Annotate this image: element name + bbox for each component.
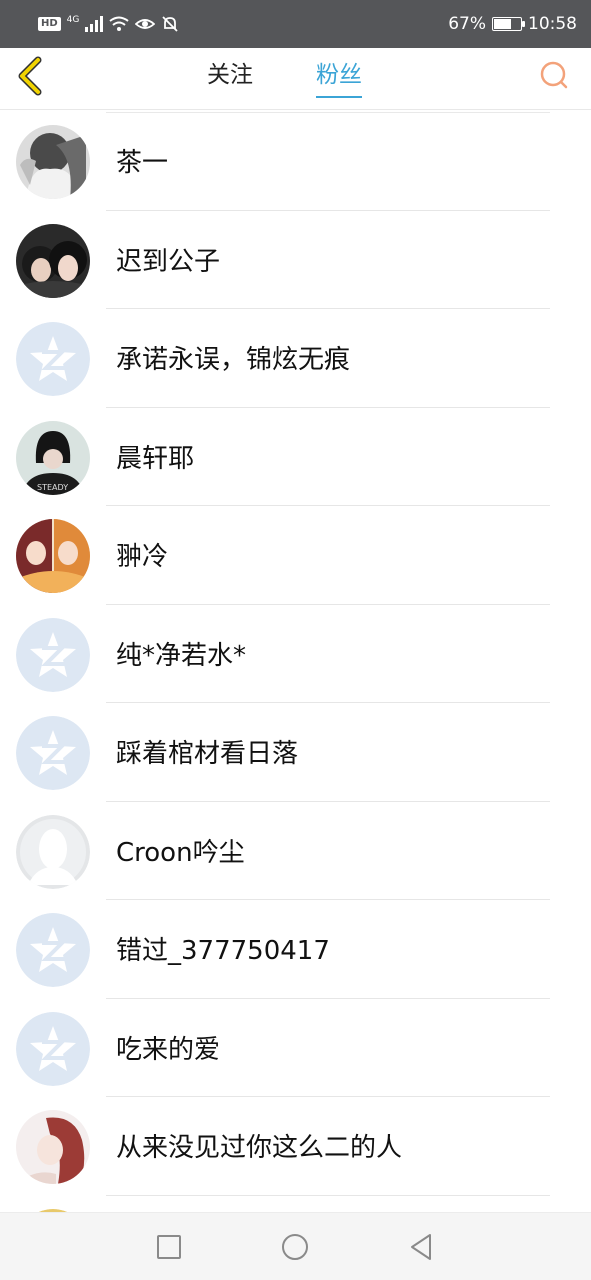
status-right: 67% 10:58 — [448, 12, 577, 36]
recent-apps-button[interactable] — [153, 1231, 185, 1263]
list-item[interactable]: 迟到公子 — [0, 211, 591, 309]
avatar — [16, 1110, 90, 1184]
fan-name: 错过_377750417 — [116, 936, 330, 966]
list-item[interactable]: 纯*净若水* — [0, 605, 591, 703]
list-item[interactable]: 翀冷 — [0, 506, 591, 605]
list-item[interactable]: 吃来的爱 — [0, 999, 591, 1097]
avatar — [16, 617, 90, 692]
search-icon — [540, 61, 568, 89]
fan-name: 承诺永误，锦炫无痕 — [116, 345, 351, 375]
list-item[interactable]: Croon吟尘 — [0, 802, 591, 900]
search-button[interactable] — [537, 58, 573, 94]
fan-name: Croon吟尘 — [116, 837, 245, 868]
header: 关注 粉丝 — [0, 48, 591, 110]
status-left: HD 4G — [38, 12, 179, 36]
list-item[interactable] — [0, 1196, 591, 1212]
qzone-default-icon — [16, 617, 90, 692]
system-nav-bar — [0, 1212, 591, 1280]
home-button[interactable] — [279, 1231, 311, 1263]
square-icon — [157, 1235, 181, 1259]
avatar: STEADY — [16, 420, 90, 495]
avatar — [16, 322, 90, 396]
list-item[interactable]: 茶一 — [0, 112, 591, 211]
list-item[interactable]: 承诺永误，锦炫无痕 — [0, 309, 591, 408]
qzone-default-icon — [16, 322, 90, 396]
list-item[interactable]: STEADY 晨轩耶 — [0, 408, 591, 506]
hd-icon: HD — [38, 17, 61, 31]
battery-level — [494, 19, 511, 29]
avatar — [16, 223, 90, 298]
fan-name: 迟到公子 — [116, 246, 221, 277]
fans-list: 茶一 迟到公子 承诺永误，锦炫无痕 STEADY 晨轩耶 翀冷 纯*净若水* 踩… — [0, 112, 591, 1212]
back-button[interactable] — [12, 54, 52, 98]
battery-icon — [492, 17, 525, 31]
list-item[interactable]: 踩着棺材看日落 — [0, 703, 591, 802]
eye-icon — [135, 19, 156, 29]
avatar — [16, 716, 90, 790]
fan-name: 茶一 — [116, 148, 169, 178]
qzone-default-icon — [16, 1011, 90, 1086]
chevron-left-icon — [18, 56, 42, 96]
system-back-button[interactable] — [405, 1231, 437, 1263]
qzone-default-icon — [16, 913, 90, 987]
clock: 10:58 — [528, 14, 577, 34]
network-type: 4G — [66, 15, 80, 25]
silhouette-default-icon — [16, 814, 90, 889]
status-bar: HD 4G 67% 10:58 — [0, 0, 591, 48]
wifi-icon — [109, 16, 129, 31]
fan-name: 吃来的爱 — [116, 1034, 221, 1065]
signal-icon — [85, 16, 104, 32]
fan-name: 晨轩耶 — [116, 443, 195, 474]
avatar — [16, 913, 90, 987]
tab-fans-underline — [316, 96, 362, 98]
svg-text:STEADY: STEADY — [37, 483, 68, 492]
triangle-back-icon — [411, 1234, 431, 1260]
tab-following-label: 关注 — [207, 62, 253, 88]
tab-fans-label: 粉丝 — [316, 62, 362, 88]
fan-name: 踩着棺材看日落 — [116, 739, 299, 769]
fan-name: 从来没见过你这么二的人 — [116, 1133, 403, 1163]
fan-name: 翀冷 — [116, 542, 169, 572]
list-item[interactable]: 从来没见过你这么二的人 — [0, 1097, 591, 1196]
circle-icon — [282, 1234, 308, 1260]
avatar — [16, 814, 90, 889]
list-item[interactable]: 错过_377750417 — [0, 900, 591, 999]
avatar — [16, 519, 90, 593]
fan-name: 纯*净若水* — [116, 640, 247, 671]
battery-percent: 67% — [448, 14, 486, 34]
avatar — [16, 1011, 90, 1086]
bell-off-icon — [162, 16, 179, 32]
qzone-default-icon — [16, 716, 90, 790]
avatar — [16, 125, 90, 199]
tab-following[interactable]: 关注 — [207, 60, 253, 98]
tab-fans[interactable]: 粉丝 — [316, 60, 362, 98]
